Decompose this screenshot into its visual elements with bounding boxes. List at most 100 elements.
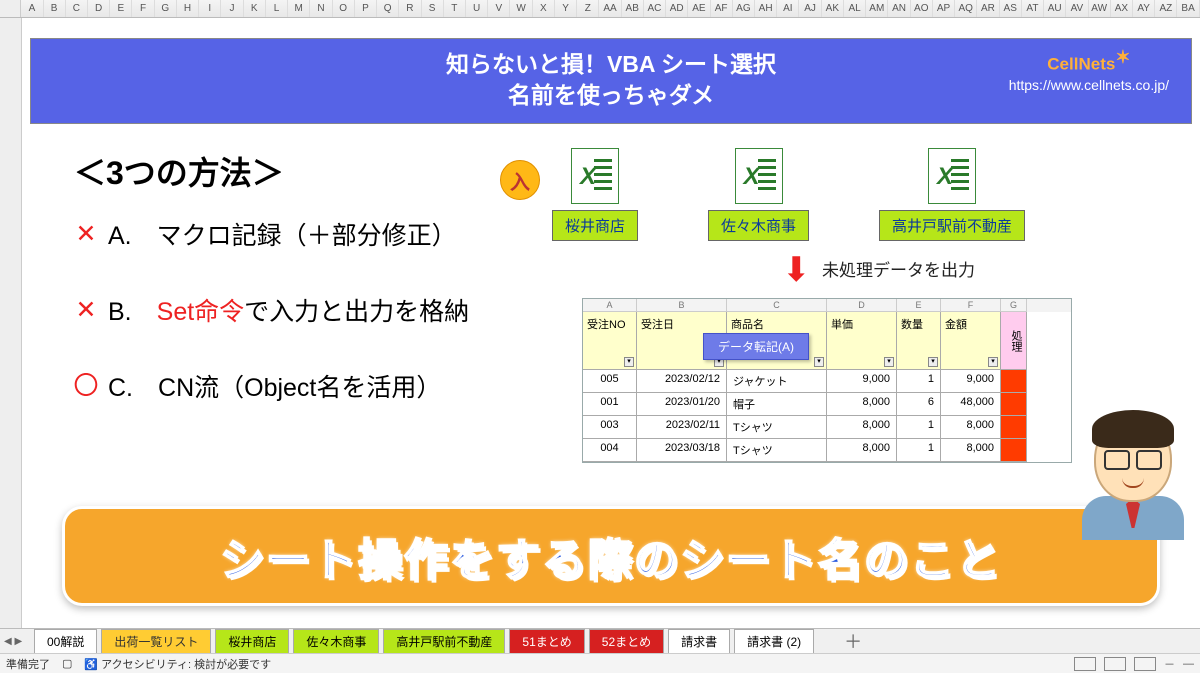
status-ready: 準備完了	[6, 656, 50, 672]
tab-invoice[interactable]: 請求書	[668, 629, 730, 653]
caption-banner: シート操作をする際のシート名のこと	[62, 506, 1160, 606]
normal-view-icon[interactable]	[1074, 657, 1096, 671]
col-header[interactable]: U	[466, 0, 488, 17]
col-header[interactable]: AA	[599, 0, 621, 17]
tab-shipment-list[interactable]: 出荷一覧リスト	[101, 629, 211, 653]
col-header[interactable]: R	[399, 0, 421, 17]
table-row: 0042023/03/18Tシャツ8,00018,000	[583, 439, 1071, 462]
col-header[interactable]: AV	[1066, 0, 1088, 17]
col-header[interactable]: AR	[977, 0, 999, 17]
col-header[interactable]: AP	[933, 0, 955, 17]
col-header[interactable]: J	[221, 0, 243, 17]
row-header-gutter	[0, 18, 22, 628]
col-header[interactable]: AD	[666, 0, 688, 17]
col-header[interactable]: Q	[377, 0, 399, 17]
filter-icon[interactable]: ▾	[814, 357, 824, 367]
col-header[interactable]: AF	[711, 0, 733, 17]
status-bar: 準備完了 ▢ ♿ アクセシビリティ: 検討が必要です － —	[0, 653, 1200, 673]
tab-nav-arrows[interactable]: ◀ ▶	[4, 636, 22, 647]
brand-block: CellNets✶ https://www.cellnets.co.jp/	[1009, 47, 1169, 93]
tab-sasaki[interactable]: 佐々木商事	[293, 629, 379, 653]
col-header[interactable]: AJ	[799, 0, 821, 17]
select-all-corner[interactable]	[0, 0, 21, 17]
col-header[interactable]: L	[266, 0, 288, 17]
col-header[interactable]: AK	[822, 0, 844, 17]
table-row: 0032023/02/11Tシャツ8,00018,000	[583, 416, 1071, 439]
x-mark-icon: ✕	[68, 219, 104, 249]
brand-logo: CellNets✶	[1009, 47, 1169, 75]
tab-invoice-2[interactable]: 請求書 (2)	[734, 629, 814, 653]
tab-00[interactable]: 00解説	[34, 629, 97, 655]
page-break-view-icon[interactable]	[1134, 657, 1156, 671]
file-icons-row: 桜井商店 佐々木商事 高井戸駅前不動産	[492, 148, 1025, 241]
col-header[interactable]: AH	[755, 0, 777, 17]
col-header[interactable]: O	[333, 0, 355, 17]
col-header[interactable]: AW	[1089, 0, 1111, 17]
col-header[interactable]: D	[88, 0, 110, 17]
col-header[interactable]: AO	[911, 0, 933, 17]
col-header[interactable]: AU	[1044, 0, 1066, 17]
col-header[interactable]: N	[310, 0, 332, 17]
col-header[interactable]: S	[422, 0, 444, 17]
banner-line1: 知らないと損！VBA シート選択	[45, 49, 1177, 80]
col-header[interactable]: AY	[1133, 0, 1155, 17]
col-header[interactable]: Z	[577, 0, 599, 17]
x-mark-icon: ✕	[68, 295, 104, 325]
column-header-row: ABCDEFGHIJKLMNOPQRSTUVWXYZAAABACADAEAFAG…	[0, 0, 1200, 18]
accessibility-status[interactable]: ♿ アクセシビリティ: 検討が必要です	[84, 656, 271, 672]
col-header[interactable]: I	[199, 0, 221, 17]
tab-51[interactable]: 51まとめ	[509, 629, 584, 653]
data-transfer-button[interactable]: データ転記(A)	[703, 333, 809, 360]
page-layout-view-icon[interactable]	[1104, 657, 1126, 671]
banner-line2: 名前を使っちゃダメ	[45, 80, 1177, 111]
col-header[interactable]: AX	[1111, 0, 1133, 17]
zoom-out-button[interactable]: －	[1164, 656, 1175, 672]
col-header[interactable]: AS	[1000, 0, 1022, 17]
col-header[interactable]: H	[177, 0, 199, 17]
arrow-down-icon: ⬇	[782, 250, 811, 290]
macro-record-icon[interactable]: ▢	[62, 657, 72, 670]
col-header[interactable]: T	[444, 0, 466, 17]
view-controls[interactable]: － —	[1074, 656, 1194, 672]
col-header[interactable]: B	[44, 0, 66, 17]
circle-mark-icon: 〇	[68, 374, 104, 399]
col-header[interactable]: AQ	[955, 0, 977, 17]
col-header[interactable]: Y	[555, 0, 577, 17]
col-header[interactable]: C	[66, 0, 88, 17]
col-header[interactable]: AL	[844, 0, 866, 17]
col-header[interactable]: F	[132, 0, 154, 17]
zoom-slider[interactable]: —	[1183, 658, 1194, 670]
col-header[interactable]: AZ	[1155, 0, 1177, 17]
col-header[interactable]: G	[155, 0, 177, 17]
col-header[interactable]: AE	[688, 0, 710, 17]
col-header[interactable]: AN	[888, 0, 910, 17]
tab-52[interactable]: 52まとめ	[589, 629, 664, 653]
caption-text: シート操作をする際のシート名のこと	[220, 524, 1002, 588]
col-header[interactable]: K	[244, 0, 266, 17]
worksheet-canvas: 知らないと損！VBA シート選択 名前を使っちゃダメ CellNets✶ htt…	[22, 18, 1200, 628]
col-header[interactable]: AI	[777, 0, 799, 17]
col-header[interactable]: AB	[622, 0, 644, 17]
col-header[interactable]: BA	[1177, 0, 1199, 17]
brand-url: https://www.cellnets.co.jp/	[1009, 77, 1169, 93]
filter-icon[interactable]: ▾	[624, 357, 634, 367]
col-header[interactable]: W	[510, 0, 532, 17]
file-label-3: 高井戸駅前不動産	[879, 210, 1025, 241]
col-header[interactable]: AM	[866, 0, 888, 17]
col-header[interactable]: P	[355, 0, 377, 17]
col-header[interactable]: M	[288, 0, 310, 17]
filter-icon[interactable]: ▾	[884, 357, 894, 367]
filter-icon[interactable]: ▾	[928, 357, 938, 367]
col-header[interactable]: A	[21, 0, 43, 17]
col-header[interactable]: AT	[1022, 0, 1044, 17]
filter-icon[interactable]: ▾	[988, 357, 998, 367]
tab-sakurai[interactable]: 桜井商店	[215, 629, 289, 653]
col-header[interactable]: AC	[644, 0, 666, 17]
col-header[interactable]: E	[110, 0, 132, 17]
col-header[interactable]: V	[488, 0, 510, 17]
add-sheet-button[interactable]: ＋	[836, 628, 870, 654]
file-group-1: 桜井商店	[552, 148, 638, 241]
col-header[interactable]: X	[533, 0, 555, 17]
tab-takaido[interactable]: 高井戸駅前不動産	[383, 629, 505, 653]
col-header[interactable]: AG	[733, 0, 755, 17]
